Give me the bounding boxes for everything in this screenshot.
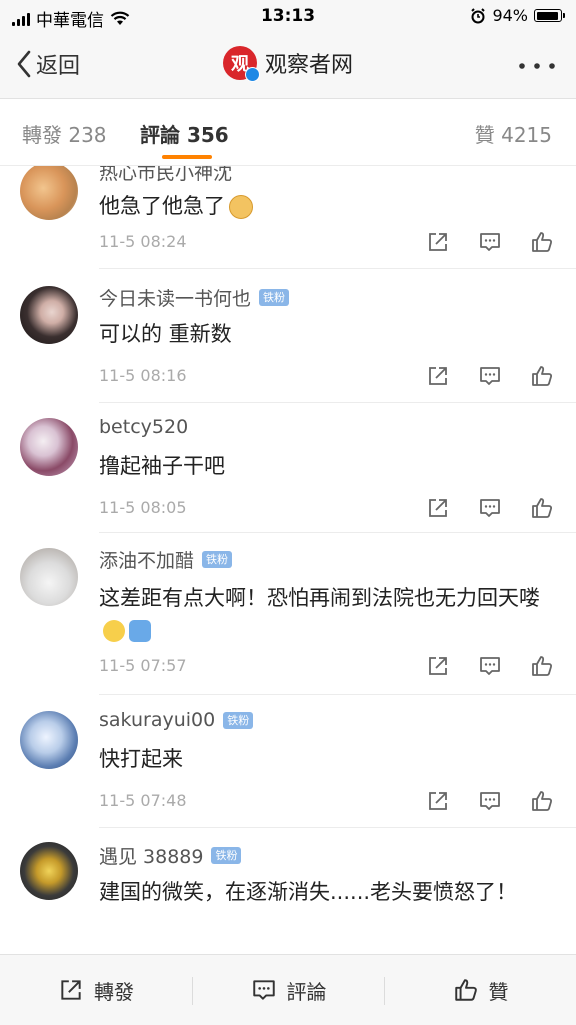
like-label: 贊: [488, 979, 509, 1004]
comment-icon[interactable]: [478, 789, 502, 813]
bottom-toolbar: 轉發 評論 贊: [0, 954, 576, 1025]
comment-author[interactable]: betcy520: [99, 416, 188, 438]
comment-icon[interactable]: [478, 364, 502, 388]
status-bar: 中華電信 13:13 94%: [0, 0, 576, 32]
like-icon: [454, 979, 477, 1001]
avatar[interactable]: [20, 286, 78, 344]
thinking-emoji-icon: [103, 620, 125, 642]
comment-text: 建国的微笑，在逐渐消失......老头要愤怒了！: [99, 880, 518, 904]
doge-emoji-icon: [229, 195, 253, 219]
hug-emoji-icon: [129, 620, 151, 642]
battery-icon: [534, 9, 565, 22]
comment-divider: [99, 694, 576, 695]
repost-icon[interactable]: [426, 789, 450, 813]
repost-icon[interactable]: [426, 364, 450, 388]
page-title: 观 观察者网: [0, 46, 576, 82]
fan-badge: 铁粉: [259, 289, 290, 306]
repost-icon[interactable]: [426, 496, 450, 520]
comment-text: 这差距有点大啊！恐怕再闹到法院也无力回天喽: [99, 582, 559, 646]
navigation-bar: 返回 观 观察者网: [0, 32, 576, 99]
comment-icon[interactable]: [478, 496, 502, 520]
comment-label: 評論: [286, 979, 327, 1004]
repost-button[interactable]: 轉發: [0, 955, 192, 1025]
repost-icon[interactable]: [426, 654, 450, 678]
fan-badge: 铁粉: [202, 551, 233, 568]
verified-badge-icon: [244, 67, 260, 82]
avatar[interactable]: [20, 842, 78, 900]
comment-divider: [99, 402, 576, 403]
tab-likes[interactable]: 贊 4215: [475, 119, 552, 148]
account-name: 观察者网: [264, 53, 353, 78]
comment-icon[interactable]: [478, 230, 502, 254]
comment-time: 11-5 08:05: [99, 498, 187, 517]
like-button[interactable]: 贊: [385, 955, 576, 1025]
tab-repost[interactable]: 轉發 238: [22, 119, 107, 148]
like-icon[interactable]: [530, 364, 554, 388]
more-dots-icon: [519, 63, 555, 69]
comment-divider: [99, 268, 576, 269]
comment-text: 他急了他急了: [99, 190, 559, 222]
avatar[interactable]: [20, 166, 78, 220]
comment-text: 快打起来: [99, 747, 183, 771]
comment-author[interactable]: 添油不加醋 铁粉: [99, 546, 233, 573]
more-options-button[interactable]: [518, 52, 556, 72]
repost-label: 轉發: [94, 979, 134, 1004]
like-icon[interactable]: [530, 654, 554, 678]
comment-time: 11-5 08:24: [99, 232, 187, 251]
battery-percent: 94%: [492, 6, 528, 25]
comment-text: 可以的 重新数: [99, 322, 232, 346]
repost-icon[interactable]: [426, 230, 450, 254]
active-tab-indicator: [162, 155, 212, 159]
tab-comments[interactable]: 評論 356: [140, 119, 229, 148]
tab-bar: 轉發 238 評論 356 贊 4215: [0, 99, 576, 166]
brand-logo: 观: [222, 46, 260, 82]
comment-author[interactable]: 热心市民小神沈: [99, 166, 232, 185]
comment-divider: [99, 827, 576, 828]
comment-author[interactable]: 遇见 38889 铁粉: [99, 842, 242, 869]
comment-author[interactable]: sakurayui00 铁粉: [99, 709, 254, 731]
alarm-icon: [471, 7, 486, 23]
avatar[interactable]: [20, 418, 78, 476]
comment-list: 热心市民小神沈 他急了他急了 11-5 08:24 今日未读一书何也 铁粉 可以的…: [0, 166, 576, 954]
comment-button[interactable]: 評論: [193, 955, 384, 1025]
avatar[interactable]: [20, 548, 78, 606]
avatar[interactable]: [20, 711, 78, 769]
comment-text: 撸起袖子干吧: [99, 454, 225, 478]
comment-time: 11-5 07:57: [99, 656, 187, 675]
comment-author[interactable]: 今日未读一书何也 铁粉: [99, 284, 290, 311]
like-icon[interactable]: [530, 496, 554, 520]
comment-time: 11-5 08:16: [99, 366, 187, 385]
like-icon[interactable]: [530, 789, 554, 813]
comment-time: 11-5 07:48: [99, 791, 187, 810]
repost-icon: [61, 980, 81, 1000]
like-icon[interactable]: [530, 230, 554, 254]
fan-badge: 铁粉: [223, 711, 254, 729]
fan-badge: 铁粉: [211, 847, 242, 864]
comment-icon: [252, 980, 275, 1000]
comment-divider: [99, 532, 576, 533]
comment-icon[interactable]: [478, 654, 502, 678]
